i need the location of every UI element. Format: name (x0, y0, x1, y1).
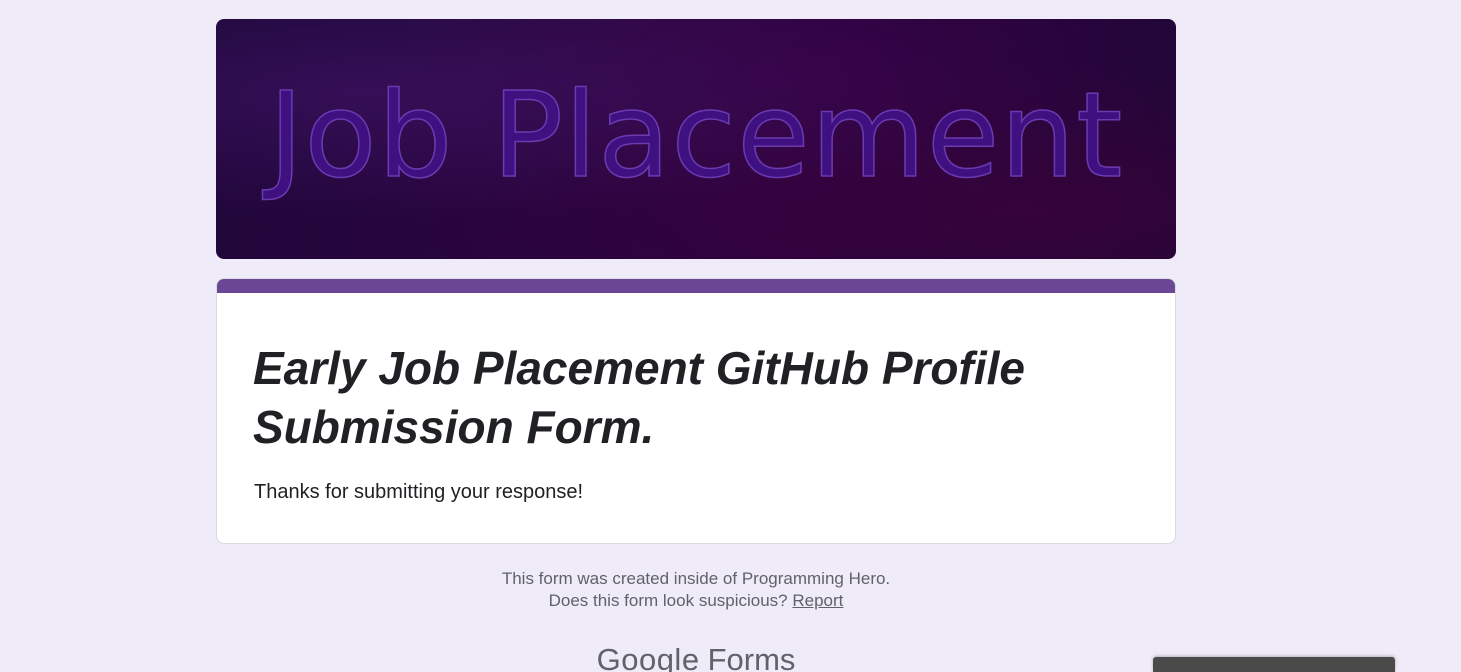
confirmation-card: Early Job Placement GitHub Profile Submi… (216, 278, 1176, 544)
created-by-text: This form was created inside of Programm… (501, 569, 891, 588)
google-forms-logo[interactable]: Google Forms (216, 640, 1176, 672)
form-footer: This form was created inside of Programm… (216, 568, 1176, 612)
confirmation-message: Thanks for submitting your response! (254, 481, 584, 503)
brand-google-text: Google (596, 642, 700, 672)
card-accent-bar (217, 279, 1175, 293)
form-response-page: Job Placement Early Job Placement GitHub… (0, 0, 1461, 672)
bottom-corner-panel (1153, 657, 1395, 672)
brand-forms-text: Forms (707, 642, 796, 672)
form-title: Early Job Placement GitHub Profile Submi… (253, 342, 1025, 453)
header-banner-image: Job Placement (216, 19, 1176, 259)
report-link[interactable]: Report (792, 591, 843, 610)
suspicious-line: Does this form look suspicious? Report (216, 590, 1176, 612)
banner-title: Job Placement (268, 65, 1124, 205)
suspicious-text: Does this form look suspicious? (548, 591, 793, 610)
